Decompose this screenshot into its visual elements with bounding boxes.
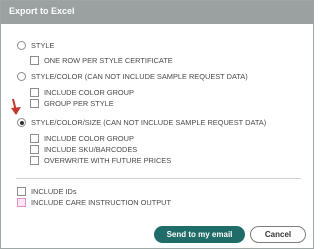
checkbox-one-row-label: ONE ROW PER STYLE CERTIFICATE <box>44 56 173 65</box>
checkbox-scs-sku[interactable]: INCLUDE SKU/BARCODES <box>30 145 137 154</box>
checkbox-care-instruction-label: INCLUDE CARE INSTRUCTION OUTPUT <box>31 198 172 207</box>
radio-style-color-size-control[interactable] <box>17 118 26 127</box>
export-dialog: Export to Excel STYLE ONE ROW PER STYLE … <box>0 0 314 249</box>
checkbox-sc-group-per-style-label: GROUP PER STYLE <box>44 99 114 108</box>
checkbox-scs-color-group-label: INCLUDE COLOR GROUP <box>44 134 134 143</box>
checkbox-sc-color-group[interactable]: INCLUDE COLOR GROUP <box>30 88 134 97</box>
checkbox-scs-overwrite-control[interactable] <box>30 156 39 165</box>
radio-style-color[interactable]: STYLE/COLOR (CAN NOT INCLUDE SAMPLE REQU… <box>17 72 248 81</box>
red-arrow-icon <box>11 98 21 115</box>
checkbox-scs-color-group[interactable]: INCLUDE COLOR GROUP <box>30 134 134 143</box>
checkbox-one-row[interactable]: ONE ROW PER STYLE CERTIFICATE <box>30 56 173 65</box>
radio-style-label: STYLE <box>31 41 55 50</box>
cancel-button[interactable]: Cancel <box>250 226 306 243</box>
radio-style-color-control[interactable] <box>17 72 26 81</box>
checkbox-care-instruction-control[interactable] <box>17 198 26 207</box>
checkbox-sc-group-per-style[interactable]: GROUP PER STYLE <box>30 99 114 108</box>
radio-style-control[interactable] <box>17 41 26 50</box>
checkbox-care-instruction[interactable]: INCLUDE CARE INSTRUCTION OUTPUT <box>17 198 171 207</box>
radio-style-color-size[interactable]: STYLE/COLOR/SIZE (CAN NOT INCLUDE SAMPLE… <box>17 118 266 127</box>
radio-style-color-size-label: STYLE/COLOR/SIZE (CAN NOT INCLUDE SAMPLE… <box>31 118 267 127</box>
checkbox-include-ids-label: INCLUDE IDs <box>31 187 77 196</box>
checkbox-sc-color-group-label: INCLUDE COLOR GROUP <box>44 88 134 97</box>
checkbox-scs-overwrite-label: OVERWRITE WITH FUTURE PRICES <box>44 156 172 165</box>
checkbox-scs-overwrite[interactable]: OVERWRITE WITH FUTURE PRICES <box>30 156 171 165</box>
checkbox-sc-group-per-style-control[interactable] <box>30 99 39 108</box>
checkbox-include-ids[interactable]: INCLUDE IDs <box>17 187 77 196</box>
checkbox-scs-sku-label: INCLUDE SKU/BARCODES <box>44 145 138 154</box>
radio-style[interactable]: STYLE <box>17 41 54 50</box>
checkbox-scs-sku-control[interactable] <box>30 145 39 154</box>
checkbox-include-ids-control[interactable] <box>17 187 26 196</box>
dialog-titlebar: Export to Excel <box>1 1 313 24</box>
checkbox-one-row-control[interactable] <box>30 56 39 65</box>
dialog-title: Export to Excel <box>9 6 75 16</box>
radio-style-color-label: STYLE/COLOR (CAN NOT INCLUDE SAMPLE REQU… <box>31 72 248 81</box>
checkbox-sc-color-group-control[interactable] <box>30 88 39 97</box>
send-to-email-button[interactable]: Send to my email <box>154 226 245 243</box>
section-divider <box>16 178 301 179</box>
checkbox-scs-color-group-control[interactable] <box>30 134 39 143</box>
